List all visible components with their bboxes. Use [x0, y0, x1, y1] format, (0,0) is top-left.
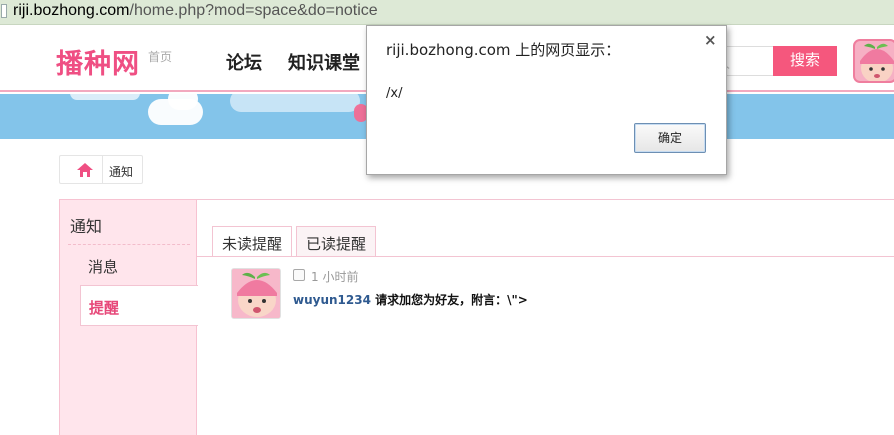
user-avatar[interactable] — [853, 39, 894, 83]
close-icon[interactable]: × — [704, 31, 717, 49]
sidebar-title: 通知 — [70, 217, 103, 236]
home-link[interactable]: 首页 — [148, 48, 172, 65]
content-top-border — [197, 199, 894, 200]
breadcrumb-current: 通知 — [109, 165, 134, 179]
sidebar-item-messages[interactable]: 消息 — [88, 256, 118, 277]
address-url[interactable]: riji.bozhong.com/home.php?mod=space&do=n… — [13, 1, 378, 21]
tab-read[interactable]: 已读提醒 — [296, 226, 377, 257]
search-button[interactable]: 搜索 — [773, 46, 837, 76]
tabs-underline — [197, 256, 894, 257]
notice-message-text: 请求加您为好友，附言：\"> — [375, 293, 528, 307]
url-path: /home.php?mod=space&do=notice — [129, 2, 378, 19]
nav-item-forum[interactable]: 论坛 — [226, 49, 262, 75]
notice-time: 1 小时前 — [311, 270, 359, 284]
ok-button[interactable]: 确定 — [634, 123, 706, 153]
cloud-decoration — [70, 94, 140, 100]
notice-username-link[interactable]: wuyun1234 — [293, 293, 371, 307]
sidebar-divider — [68, 244, 190, 245]
home-icon[interactable] — [77, 163, 93, 177]
cloud-decoration — [168, 94, 198, 110]
notice-checkbox[interactable] — [293, 269, 305, 281]
browser-address-bar[interactable]: riji.bozhong.com/home.php?mod=space&do=n… — [0, 0, 894, 25]
notice-message: wuyun1234 请求加您为好友，附言：\"> — [293, 291, 528, 308]
breadcrumb: 通知 — [59, 155, 143, 184]
notice-user-avatar[interactable] — [231, 268, 281, 319]
dialog-title: riji.bozhong.com 上的网页显示： — [386, 41, 621, 59]
sidebar-item-label: 提醒 — [89, 299, 120, 317]
dialog-message: /x/ — [386, 86, 403, 101]
breadcrumb-separator — [102, 156, 103, 183]
site-logo[interactable]: 播种网 — [56, 42, 140, 81]
cloud-decoration — [230, 94, 360, 112]
page-icon — [1, 4, 7, 18]
url-host: riji.bozhong.com — [13, 2, 130, 19]
nav-item-knowledge[interactable]: 知识课堂 — [288, 49, 360, 75]
tab-unread[interactable]: 未读提醒 — [212, 226, 293, 257]
alert-dialog: riji.bozhong.com 上的网页显示： × /x/ 确定 — [366, 25, 727, 175]
sidebar-item-reminders[interactable]: 提醒 — [80, 285, 198, 326]
sidebar: 通知 消息 提醒 — [59, 199, 198, 435]
